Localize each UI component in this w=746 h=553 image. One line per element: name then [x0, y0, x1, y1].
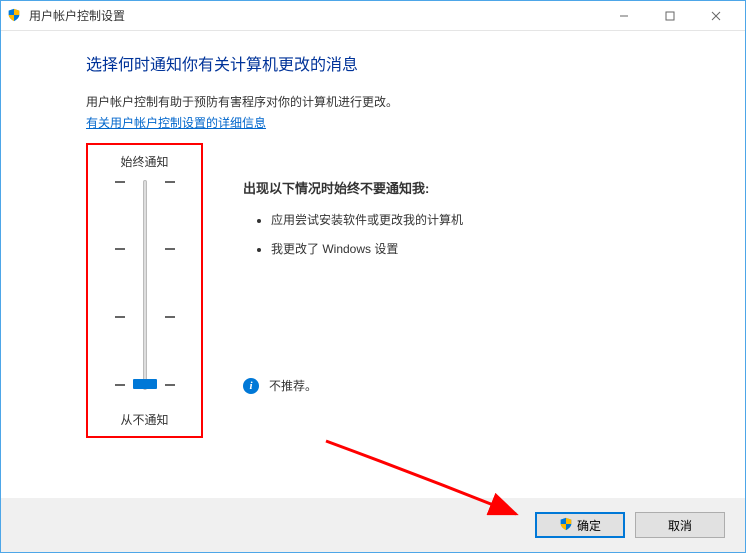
page-description: 用户帐户控制有助于预防有害程序对你的计算机进行更改。 [86, 93, 695, 110]
uac-window: 用户帐户控制设置 选择何时通知你有关计算机更改的消息 用户帐户控制有助于预防有害… [0, 0, 746, 553]
shield-icon [7, 8, 23, 24]
slider-track-area[interactable] [115, 180, 175, 390]
titlebar: 用户帐户控制设置 [1, 1, 745, 31]
content-area: 选择何时通知你有关计算机更改的消息 用户帐户控制有助于预防有害程序对你的计算机进… [1, 31, 745, 498]
cancel-button[interactable]: 取消 [635, 512, 725, 538]
slider-bottom-label: 从不通知 [88, 411, 201, 428]
slider-tick [115, 181, 175, 182]
minimize-button[interactable] [601, 1, 647, 30]
details-heading: 出现以下情况时始终不要通知我: [243, 178, 695, 197]
recommendation-row: i 不推荐。 [243, 377, 695, 394]
window-controls [601, 1, 739, 30]
shield-icon [559, 517, 573, 534]
recommendation-text: 不推荐。 [269, 377, 317, 394]
ok-label: 确定 [577, 517, 601, 534]
list-item: 我更改了 Windows 设置 [271, 240, 695, 257]
cancel-label: 取消 [668, 517, 692, 534]
info-icon: i [243, 378, 259, 394]
slider-top-label: 始终通知 [88, 153, 201, 170]
maximize-button[interactable] [647, 1, 693, 30]
footer: 确定 取消 [1, 498, 745, 552]
slider-tick [115, 316, 175, 317]
slider-container: 始终通知 从不通知 [86, 143, 203, 438]
main-area: 始终通知 从不通知 出现以下情况时始终不要通知我: 应用尝试安装软件或更改我的计… [86, 143, 695, 438]
details-list: 应用尝试安装软件或更改我的计算机 我更改了 Windows 设置 [243, 211, 695, 257]
page-heading: 选择何时通知你有关计算机更改的消息 [86, 51, 695, 75]
slider-tick [115, 248, 175, 249]
slider-track [143, 180, 147, 390]
slider-thumb[interactable] [133, 379, 157, 389]
window-title: 用户帐户控制设置 [29, 7, 601, 24]
more-info-link[interactable]: 有关用户帐户控制设置的详细信息 [86, 116, 266, 130]
close-button[interactable] [693, 1, 739, 30]
ok-button[interactable]: 确定 [535, 512, 625, 538]
list-item: 应用尝试安装软件或更改我的计算机 [271, 211, 695, 228]
details-panel: 出现以下情况时始终不要通知我: 应用尝试安装软件或更改我的计算机 我更改了 Wi… [203, 143, 695, 438]
